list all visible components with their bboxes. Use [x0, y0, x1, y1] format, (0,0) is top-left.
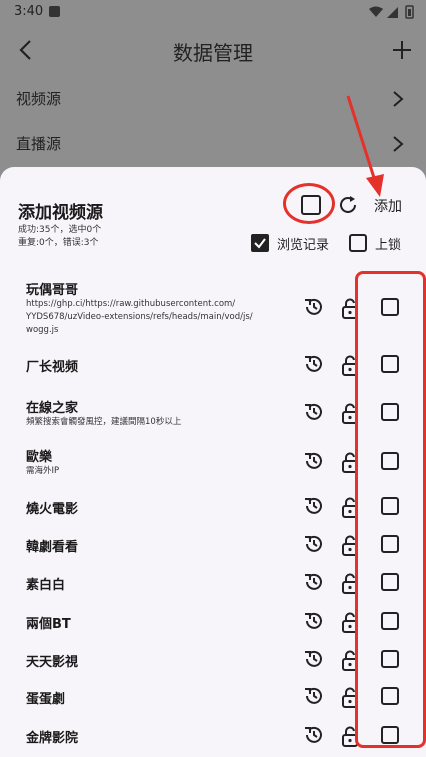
history-icon[interactable]: [303, 724, 325, 746]
item-checkbox[interactable]: [381, 726, 399, 744]
item-checkbox[interactable]: [381, 612, 399, 630]
item-checkbox[interactable]: [381, 452, 399, 470]
source-name: 厂长视频: [26, 360, 79, 375]
source-name: 在線之家: [26, 401, 79, 416]
item-checkbox[interactable]: [381, 650, 399, 668]
list-item-label: 直播源: [16, 135, 62, 153]
chevron-right-icon: [393, 91, 404, 107]
item-checkbox[interactable]: [381, 497, 399, 515]
checked-checkbox-icon[interactable]: [251, 234, 269, 252]
unlock-icon[interactable]: [341, 726, 361, 748]
source-name: 天天影視: [26, 655, 79, 670]
source-name: 金牌影院: [26, 731, 79, 746]
signal-icon: [387, 7, 398, 18]
app-bar: 数据管理: [0, 24, 426, 76]
lock-option[interactable]: 上锁: [349, 233, 401, 253]
plus-icon[interactable]: [390, 38, 414, 62]
source-name: 歐樂: [26, 450, 53, 465]
history-icon[interactable]: [303, 685, 325, 707]
status-time: 3:40: [14, 4, 44, 19]
source-description: 需海外IP: [26, 466, 60, 476]
import-stats: 成功:35个，选中0个 重复:0个，错误:3个: [18, 224, 101, 250]
list-item-live-source[interactable]: 直播源: [0, 122, 426, 166]
list-item-label: 视频源: [16, 90, 62, 108]
chevron-right-icon: [393, 136, 404, 152]
history-icon[interactable]: [303, 450, 325, 472]
source-name: 兩個BT: [26, 617, 71, 632]
source-name: 玩偶哥哥: [26, 283, 79, 298]
item-checkbox[interactable]: [381, 403, 399, 421]
checkbox-icon[interactable]: [349, 234, 367, 252]
unlock-icon[interactable]: [341, 687, 361, 709]
unlock-icon[interactable]: [341, 355, 361, 377]
list-item-video-source[interactable]: 视频源: [0, 77, 426, 121]
history-icon[interactable]: [303, 610, 325, 632]
history-icon[interactable]: [303, 296, 325, 318]
unlock-icon[interactable]: [341, 612, 361, 634]
lock-label: 上锁: [375, 237, 402, 253]
history-icon[interactable]: [303, 648, 325, 670]
history-icon[interactable]: [303, 401, 325, 423]
history-icon[interactable]: [303, 533, 325, 555]
stats-line-errors: 重复:0个，错误:3个: [18, 238, 99, 248]
history-icon[interactable]: [303, 495, 325, 517]
source-description: https://ghp.ci/https://raw.githubusercon…: [26, 299, 253, 335]
history-icon[interactable]: [303, 353, 325, 375]
item-checkbox[interactable]: [381, 535, 399, 553]
unlock-icon[interactable]: [341, 403, 361, 425]
unlock-icon[interactable]: [341, 650, 361, 672]
item-checkbox[interactable]: [381, 355, 399, 373]
stats-line-success: 成功:35个，选中0个: [18, 225, 102, 235]
refresh-icon[interactable]: [337, 194, 359, 216]
unlock-icon[interactable]: [341, 452, 361, 474]
item-checkbox[interactable]: [381, 687, 399, 705]
source-name: 韓劇看看: [26, 540, 79, 555]
unlock-icon[interactable]: [341, 298, 361, 320]
notification-app-icon: [49, 6, 60, 17]
status-bar: 3:40: [0, 0, 426, 24]
source-name: 燒火電影: [26, 502, 79, 517]
source-name: 素白白: [26, 578, 66, 593]
item-checkbox[interactable]: [381, 573, 399, 591]
select-all-checkbox[interactable]: [300, 194, 322, 216]
source-description: 頻繁搜索會觸發風控，建議間隔10秒以上: [26, 417, 182, 427]
status-icons: [369, 5, 414, 19]
page-title: 数据管理: [173, 41, 253, 65]
source-name: 蛋蛋劇: [26, 692, 66, 707]
sheet-title: 添加视频源: [18, 203, 103, 223]
wifi-icon: [369, 6, 383, 17]
browse-history-label: 浏览记录: [277, 237, 330, 253]
unlock-icon[interactable]: [341, 535, 361, 557]
item-checkbox[interactable]: [381, 298, 399, 316]
add-video-source-sheet: 添加视频源 成功:35个，选中0个 重复:0个，错误:3个 添加 浏览记录 上锁…: [0, 167, 426, 757]
add-button[interactable]: 添加: [374, 196, 402, 216]
unlock-icon[interactable]: [341, 497, 361, 519]
history-icon[interactable]: [303, 571, 325, 593]
browse-history-option[interactable]: 浏览记录: [251, 233, 329, 253]
unlock-icon[interactable]: [341, 573, 361, 595]
